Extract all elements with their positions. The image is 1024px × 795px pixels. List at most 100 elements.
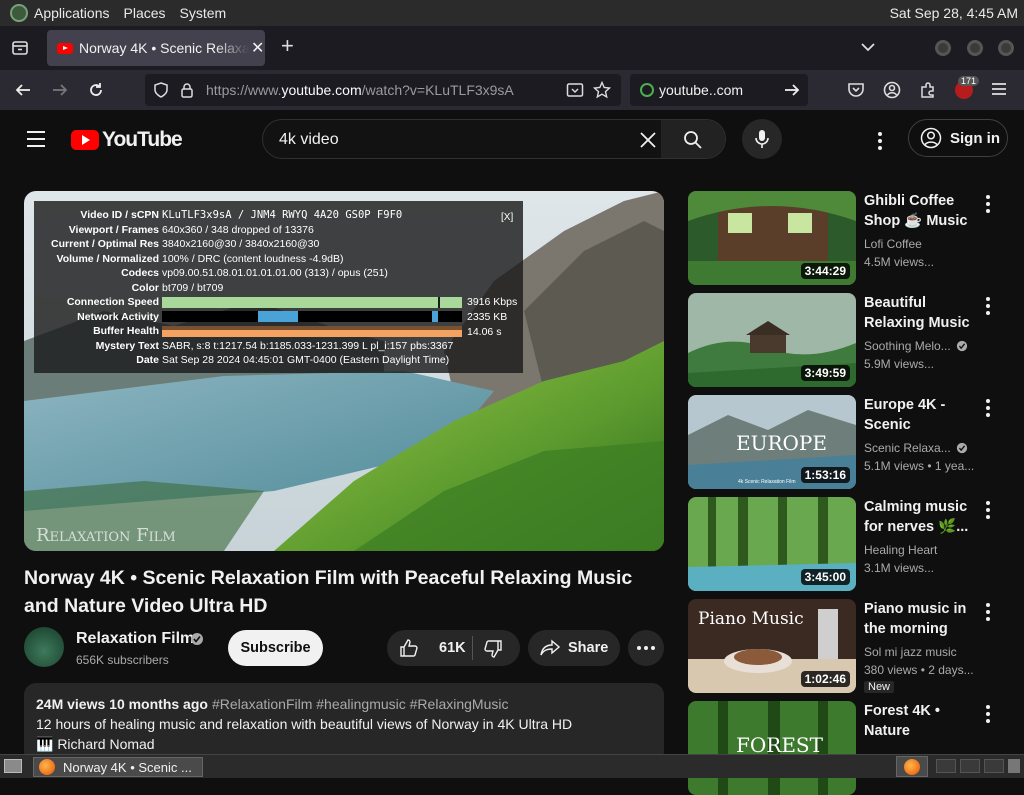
- maximize-button[interactable]: [967, 40, 983, 56]
- recommendation-channel[interactable]: Lofi Coffee: [864, 237, 978, 251]
- stats-key: Connection Speed: [66, 296, 159, 308]
- reader-view-icon[interactable]: [566, 82, 584, 98]
- clock[interactable]: Sat Sep 28, 4:45 AM: [890, 5, 1018, 21]
- stats-key: Viewport / Frames: [68, 223, 159, 236]
- description-box[interactable]: 24M views 10 months ago #RelaxationFilm …: [24, 683, 664, 763]
- stats-close-button[interactable]: [X]: [501, 212, 513, 223]
- recommendation-menu-icon[interactable]: [984, 501, 992, 522]
- menu-system[interactable]: System: [180, 5, 227, 21]
- thumbs-down-icon[interactable]: [483, 639, 503, 659]
- search-box[interactable]: 4k video: [262, 119, 726, 159]
- recommendation-title[interactable]: Beautiful Relaxing Music ...: [864, 293, 978, 333]
- tab-close-icon[interactable]: ✕: [251, 38, 264, 58]
- settings-kebab-icon[interactable]: [878, 132, 883, 150]
- stats-key: Network Activity: [77, 310, 159, 323]
- recommendation-card[interactable]: 3:45:00 Calming music for nerves 🌿... Heal…: [688, 497, 1024, 591]
- recommendation-card[interactable]: Piano Music 1:02:46 Piano music in the mor…: [688, 599, 1024, 693]
- stats-row: Video ID / sCPN KLuTLF3x9sA / JNM4 RWYQ 4…: [34, 209, 523, 223]
- recommendation-card[interactable]: 3:49:59Beautiful Relaxing Music ...Sooth…: [688, 293, 1024, 387]
- lock-icon[interactable]: [180, 82, 194, 98]
- stats-value: KLuTLF3x9sA / JNM4 RWYQ 4A20 GS0P F9F0: [162, 209, 403, 221]
- menu-applications[interactable]: Applications: [34, 5, 110, 21]
- guide-menu-icon[interactable]: [27, 131, 45, 152]
- close-window-button[interactable]: [998, 40, 1014, 56]
- voice-search-button[interactable]: [742, 119, 782, 159]
- tab-title: Norway 4K • Scenic Relaxation Film with …: [79, 40, 249, 56]
- recommendation-title[interactable]: Ghibli Coffee Shop ☕ Music t...: [864, 191, 978, 231]
- network-activity-value: 2335 KB: [467, 311, 508, 323]
- recommendation-meta: 3.1M views...: [864, 561, 935, 575]
- recommendation-title[interactable]: Europe 4K - Scenic Relaxati...: [864, 395, 978, 435]
- thumbnail-text: Piano Music: [698, 609, 804, 629]
- verified-check-icon: [956, 340, 968, 352]
- extensions-puzzle-icon[interactable]: [919, 81, 937, 99]
- stats-key: Buffer Health: [93, 325, 159, 337]
- gnome-logo-icon[interactable]: [10, 4, 28, 22]
- stats-row: Mystery Text SABR, s:8 t:1217.54 b:1185.0…: [34, 340, 523, 354]
- back-arrow-icon[interactable]: [14, 81, 32, 99]
- workspace-switcher-firefox[interactable]: [896, 756, 928, 777]
- site-search-field[interactable]: youtube..com: [630, 74, 808, 106]
- recommendation-menu-icon[interactable]: [984, 195, 992, 216]
- forward-arrow-icon[interactable]: [51, 81, 69, 99]
- channel-name[interactable]: Relaxation Film: [76, 630, 194, 648]
- bottom-taskbar: Norway 4K • Scenic ...: [0, 754, 1024, 778]
- duration-badge: 3:44:29: [800, 263, 850, 279]
- pocket-icon[interactable]: [847, 81, 865, 99]
- recommendation-menu-icon[interactable]: [984, 603, 992, 624]
- recommendation-menu-icon[interactable]: [984, 399, 992, 420]
- recommendation-title[interactable]: Forest 4K • Nature Relaxati...: [864, 701, 978, 741]
- app-menu-icon[interactable]: [991, 82, 1007, 96]
- recommendation-menu-icon[interactable]: [984, 297, 992, 318]
- url-bar[interactable]: https://www.youtube.com/watch?v=KLuTLF3x…: [145, 74, 621, 106]
- workspace-4[interactable]: [984, 759, 1004, 773]
- recommendation-title[interactable]: Piano music in the morning for...: [864, 599, 978, 639]
- view-stats: 24M views 10 months ago: [36, 696, 208, 712]
- stats-row: Date Sat Sep 28 2024 04:45:01 GMT-0400 (E…: [34, 354, 523, 368]
- share-button[interactable]: Share: [528, 630, 620, 666]
- tab-overview-icon[interactable]: [11, 39, 29, 57]
- chevron-down-icon[interactable]: [860, 41, 876, 53]
- new-tab-button[interactable]: +: [281, 33, 294, 59]
- subscribe-button[interactable]: Subscribe: [228, 630, 323, 666]
- recommendation-channel[interactable]: Healing Heart: [864, 543, 978, 557]
- stats-row: Current / Optimal Res 3840x2160@30 / 3840…: [34, 238, 523, 252]
- taskbar-window-button[interactable]: Norway 4K • Scenic ...: [33, 757, 203, 777]
- duration-badge: 1:53:16: [800, 467, 850, 483]
- recommendation-menu-icon[interactable]: [984, 705, 992, 726]
- hashtags[interactable]: #RelaxationFilm #healingmusic #RelaxingM…: [212, 696, 508, 712]
- trash-icon[interactable]: [1008, 759, 1020, 773]
- bookmark-star-icon[interactable]: [593, 81, 611, 99]
- workspace-2[interactable]: [936, 759, 956, 773]
- youtube-logo[interactable]: YouTube: [71, 128, 183, 152]
- show-desktop-icon[interactable]: [4, 759, 22, 773]
- minimize-button[interactable]: [935, 40, 951, 56]
- recommendation-title[interactable]: Calming music for nerves 🌿...: [864, 497, 978, 537]
- menu-places[interactable]: Places: [124, 5, 166, 21]
- new-badge: New: [864, 681, 895, 693]
- recommendation-channel[interactable]: Sol mi jazz music: [864, 645, 978, 659]
- shield-icon[interactable]: [153, 82, 169, 98]
- thumbnail-text: EUROPE: [736, 431, 827, 455]
- sign-in-label: Sign in: [950, 129, 1000, 147]
- extension-count-badge: 171: [958, 76, 980, 86]
- search-input[interactable]: 4k video: [279, 131, 339, 149]
- connection-speed-bar: [162, 297, 462, 308]
- go-arrow-icon[interactable]: [783, 82, 801, 98]
- more-actions-button[interactable]: [628, 630, 664, 666]
- search-button[interactable]: [661, 120, 725, 158]
- tab-youtube[interactable]: Norway 4K • Scenic Relaxation Film with …: [47, 30, 265, 66]
- recommendation-card[interactable]: FORESTForest 4K • Nature Relaxati...: [688, 701, 1024, 795]
- account-icon[interactable]: [883, 81, 901, 99]
- recommendation-card[interactable]: EUROPE 4k Scenic Relaxation Film 1:53:16 Eu…: [688, 395, 1024, 489]
- thumbs-up-icon[interactable]: [399, 638, 419, 658]
- reload-icon[interactable]: [87, 81, 105, 99]
- workspace-3[interactable]: [960, 759, 980, 773]
- stats-value: bt709 / bt709: [162, 281, 224, 294]
- clear-search-icon[interactable]: [639, 131, 657, 149]
- like-dislike-group: 61K: [387, 630, 520, 666]
- recommendation-card[interactable]: 3:44:29 Ghibli Coffee Shop ☕ Music t... Lo…: [688, 191, 1024, 285]
- sign-in-button[interactable]: Sign in: [908, 119, 1008, 157]
- like-count[interactable]: 61K: [439, 640, 466, 656]
- channel-avatar[interactable]: [24, 627, 64, 667]
